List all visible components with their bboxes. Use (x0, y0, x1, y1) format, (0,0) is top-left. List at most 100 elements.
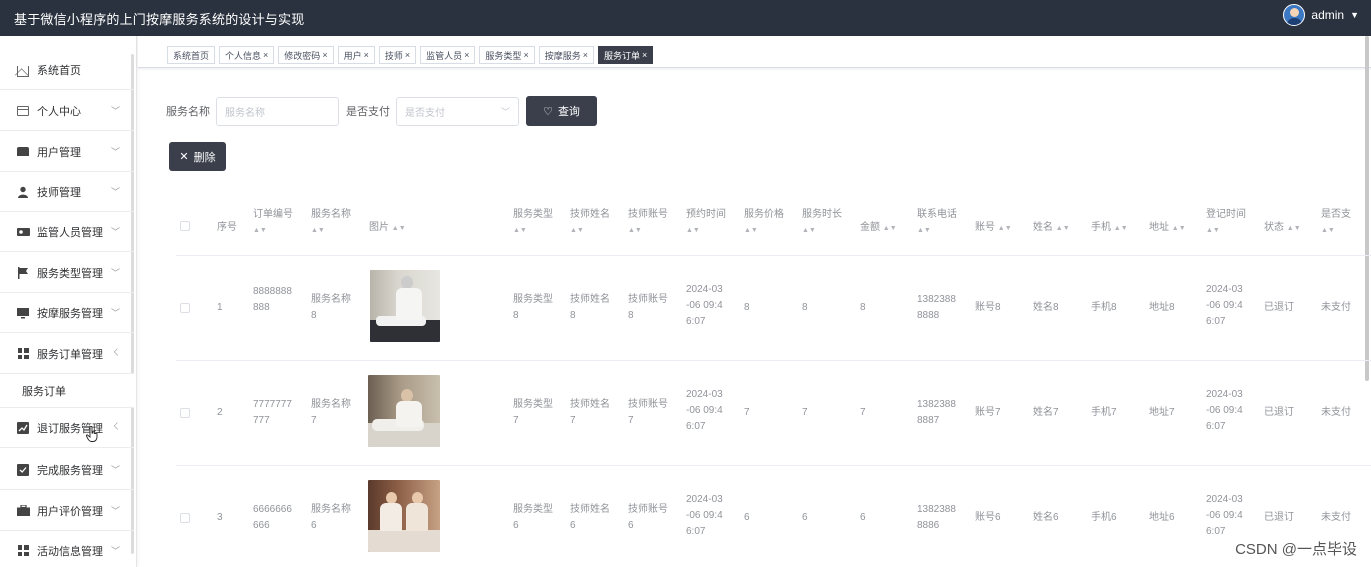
column-header[interactable]: 订单编号 ▲▼ (253, 207, 293, 238)
tab-home[interactable]: 系统首页 (167, 46, 216, 64)
sidebar-item-service-types[interactable]: 服务类型管理 ﹀ (0, 253, 134, 293)
close-icon[interactable]: × (642, 50, 647, 60)
column-header[interactable]: 金额 ▲▼ (860, 220, 897, 236)
column-header[interactable]: 服务名称 ▲▼ (311, 207, 351, 238)
cell-address: 地址8 (1149, 302, 1175, 313)
column-header[interactable]: 姓名 ▲▼ (1033, 220, 1070, 236)
sidebar-item-home[interactable]: 系统首页 (0, 50, 134, 90)
sidebar-item-service-orders[interactable]: 服务订单管理 ㄑ (0, 334, 134, 374)
column-header[interactable]: 序号 (217, 220, 237, 235)
sort-icon: ▲▼ (570, 227, 584, 234)
username[interactable]: admin (1311, 8, 1344, 22)
sort-icon: ▲▼ (513, 227, 527, 234)
tab-supervisors[interactable]: 监管人员 × (420, 46, 476, 64)
sidebar-item-massage-services[interactable]: 按摩服务管理 ﹀ (0, 293, 134, 333)
user-menu[interactable]: admin ▼ (1283, 4, 1359, 26)
service-photo[interactable] (370, 270, 440, 342)
column-header[interactable]: 技师账号 ▲▼ (628, 207, 668, 238)
table-row[interactable]: 1 8888888 888 服务名称 8 服务类型 8 技师姓名 8 技师账号 8 202… (176, 256, 1371, 361)
column-header[interactable]: 服务时长 ▲▼ (802, 207, 842, 238)
row-checkbox[interactable] (180, 513, 190, 523)
sidebar-item-user-reviews[interactable]: 用户评价管理 ﹀ (0, 491, 134, 531)
heart-icon: ♡ (543, 105, 553, 118)
cell-appointment-time: 2024-03 -06 09:4 6:07 (686, 284, 723, 327)
cell-name: 姓名8 (1033, 302, 1059, 313)
tab-massage-services[interactable]: 按摩服务 × (538, 46, 594, 64)
sidebar-item-activities[interactable]: 活动信息管理 ﹀ (0, 531, 134, 567)
cell-account: 账号8 (975, 302, 1001, 313)
tab-change-password[interactable]: 修改密码 × (278, 46, 334, 64)
tab-technicians[interactable]: 技师 × (378, 46, 417, 64)
main-content: 系统首页 个人信息 × 修改密码 × 用户 × 技师 × 监管人员 × 服务类型 × 按摩服… (138, 36, 1371, 567)
close-icon[interactable]: × (364, 50, 369, 60)
column-header[interactable]: 服务价格 ▲▼ (744, 207, 784, 238)
tab-service-orders[interactable]: 服务订单 × (597, 46, 654, 64)
tab-service-types[interactable]: 服务类型 × (479, 46, 535, 64)
cell-duration: 8 (802, 302, 808, 313)
service-name-input[interactable]: 服务名称 (216, 96, 339, 126)
flag-icon (16, 266, 30, 280)
grid-icon (16, 544, 30, 558)
table-row[interactable]: 3 6666666 666 服务名称 6 服务类型 6 技师姓名 6 技师账号 6 202… (176, 466, 1371, 567)
cell-tech-name: 技师姓名 8 (570, 294, 610, 321)
sidebar-subitem-service-orders[interactable]: 服务订单 (0, 374, 134, 408)
column-header[interactable]: 联系电话 ▲▼ (917, 207, 957, 238)
row-checkbox[interactable] (180, 408, 190, 418)
caret-down-icon[interactable]: ▼ (1350, 10, 1359, 20)
table-row[interactable]: 2 7777777 777 服务名称 7 服务类型 7 技师姓名 7 技师账号 7 202… (176, 361, 1371, 466)
cell-mobile: 手机8 (1091, 302, 1117, 313)
sort-icon: ▲▼ (311, 227, 325, 234)
column-header[interactable]: 账号 ▲▼ (975, 220, 1012, 236)
sort-icon: ▲▼ (802, 227, 816, 234)
close-icon[interactable]: × (583, 50, 588, 60)
cell-duration: 7 (802, 407, 808, 418)
cell-account: 账号7 (975, 407, 1001, 418)
select-all-checkbox[interactable] (180, 221, 190, 231)
sidebar-item-label: 技师管理 (37, 186, 81, 199)
column-header[interactable]: 地址 ▲▼ (1149, 220, 1186, 236)
query-button[interactable]: ♡ 查询 (526, 96, 597, 126)
cell-register-time: 2024-03 -06 09:4 6:07 (1206, 389, 1243, 432)
service-photo[interactable] (368, 480, 440, 552)
sidebar-item-supervisors[interactable]: 监管人员管理 ﹀ (0, 212, 134, 252)
column-header[interactable]: 登记时间 ▲▼ (1206, 207, 1246, 238)
close-icon[interactable]: × (405, 50, 410, 60)
sidebar-item-unsubscribe-services[interactable]: 退订服务管理 ㄑ (0, 408, 134, 448)
column-header[interactable]: 手机 ▲▼ (1091, 220, 1128, 236)
column-header[interactable]: 预约时间 ▲▼ (686, 207, 726, 238)
close-icon[interactable]: × (523, 50, 528, 60)
service-photo[interactable] (368, 375, 440, 447)
watermark: CSDN @一点毕设 (1235, 541, 1357, 558)
column-header[interactable]: 技师姓名 ▲▼ (570, 207, 610, 238)
tab-personal-info[interactable]: 个人信息 × (219, 46, 275, 64)
close-icon[interactable]: × (322, 50, 327, 60)
paid-label: 是否支付 (346, 106, 390, 118)
sidebar-item-completed-services[interactable]: 完成服务管理 ﹀ (0, 450, 134, 490)
chart-icon (16, 421, 30, 435)
sort-icon: ▲▼ (917, 227, 931, 234)
column-header[interactable]: 状态 ▲▼ (1264, 220, 1301, 236)
cell-name: 姓名7 (1033, 407, 1059, 418)
column-header[interactable]: 服务类型 ▲▼ (513, 207, 553, 238)
sort-icon: ▲▼ (882, 225, 897, 232)
sort-icon: ▲▼ (1286, 225, 1301, 232)
column-header[interactable]: 图片 ▲▼ (369, 220, 406, 236)
sort-icon: ▲▼ (686, 227, 700, 234)
close-icon[interactable]: × (263, 50, 268, 60)
sidebar-item-users[interactable]: 用户管理 ﹀ (0, 132, 134, 172)
row-checkbox[interactable] (180, 303, 190, 313)
avatar[interactable] (1283, 4, 1306, 26)
sidebar-item-label: 活动信息管理 (37, 545, 103, 558)
cell-appointment-time: 2024-03 -06 09:4 6:07 (686, 494, 723, 537)
delete-button[interactable]: ✕ 删除 (169, 142, 226, 171)
sidebar-item-technicians[interactable]: 技师管理 ﹀ (0, 172, 134, 212)
supervisor-icon (16, 225, 30, 239)
paid-select[interactable]: 是否支付 ﹀ (396, 96, 519, 126)
cell-address: 地址6 (1149, 512, 1175, 523)
cell-order-no: 8888888 888 (253, 286, 292, 313)
column-header[interactable]: 是否支 ▲▼ (1321, 207, 1351, 238)
close-icon[interactable]: × (464, 50, 469, 60)
sidebar-item-personal-center[interactable]: 个人中心 ﹀ (0, 91, 134, 131)
tab-users[interactable]: 用户 × (337, 46, 375, 64)
cell-service-type: 服务类型 8 (513, 294, 553, 321)
